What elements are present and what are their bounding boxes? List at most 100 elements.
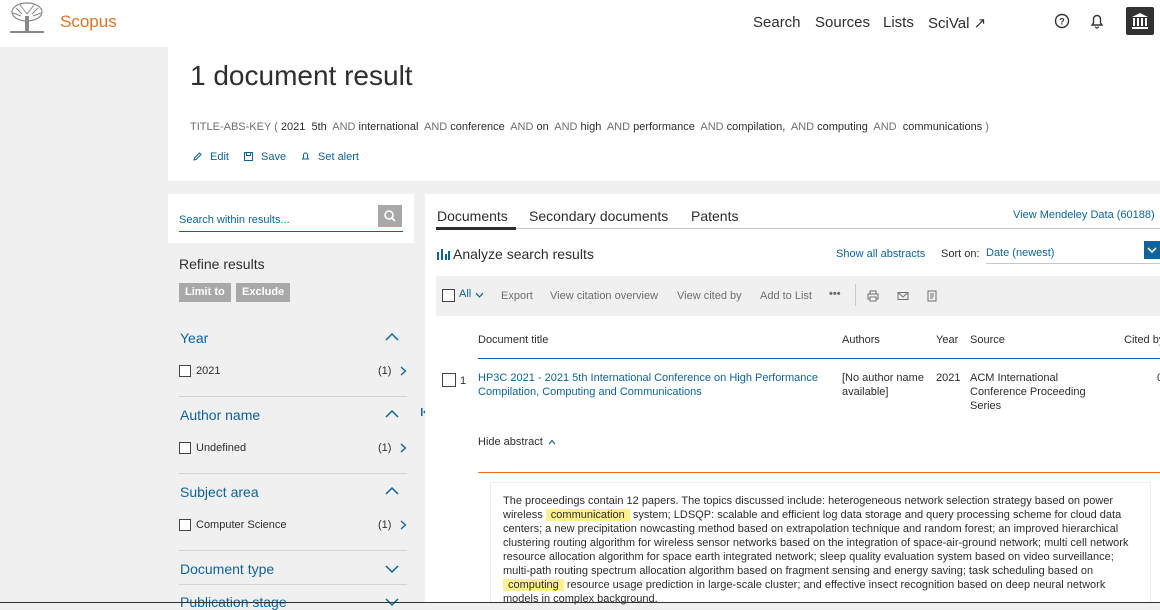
institution-button[interactable] — [1126, 7, 1154, 35]
query-operator: AND — [510, 121, 537, 133]
chevron-up-icon[interactable] — [385, 486, 399, 496]
toolbar-divider — [855, 284, 856, 306]
analyze-search-results-link[interactable]: Analyze search results — [453, 246, 594, 262]
page-title: 1 document result — [190, 60, 413, 91]
result-title-link[interactable]: HP3C 2021 - 2021 5th International Confe… — [478, 371, 833, 399]
set-alert-button[interactable]: Set alert — [318, 151, 359, 163]
bar-chart-icon — [437, 249, 450, 260]
query-term: 2021 5th — [280, 121, 333, 133]
facet-author-heading[interactable]: Author name — [180, 407, 260, 423]
view-mendeley-data-link[interactable]: View Mendeley Data (60188) — [1013, 209, 1155, 221]
facet-subject-checkbox[interactable] — [179, 519, 191, 531]
query-term: on — [536, 121, 555, 133]
bibliography-icon[interactable] — [925, 289, 939, 303]
search-within-button[interactable] — [378, 205, 402, 227]
more-options-button[interactable]: ••• — [829, 288, 841, 300]
svg-text:?: ? — [1059, 17, 1065, 27]
limit-to-button[interactable]: Limit to — [179, 283, 231, 302]
abstract-text: The proceedings contain 12 papers. The t… — [503, 494, 1133, 606]
chevron-up-icon — [548, 439, 556, 445]
query-operator: AND — [790, 121, 818, 133]
exclude-button[interactable]: Exclude — [236, 283, 291, 302]
facet-doctype-heading[interactable]: Document type — [180, 561, 274, 577]
query-term: compilation, — [726, 121, 791, 133]
bell-icon[interactable] — [1087, 11, 1107, 31]
column-year[interactable]: Year — [936, 334, 958, 346]
query-operator: AND — [332, 121, 359, 133]
query-term: conference — [450, 121, 511, 133]
highlight-term: communication — [545, 509, 630, 521]
tab-secondary-documents[interactable]: Secondary documents — [529, 208, 668, 224]
nav-lists[interactable]: Lists — [883, 14, 914, 31]
result-source[interactable]: ACM International Conference Proceeding … — [970, 371, 1100, 413]
pencil-icon — [193, 152, 202, 161]
search-query: TITLE-ABS-KEY ( 2021 5th AND internation… — [190, 121, 989, 133]
query-operator: AND — [606, 121, 634, 133]
facet-year-heading[interactable]: Year — [180, 330, 208, 346]
column-cited-by[interactable]: Cited by — [1124, 334, 1160, 346]
facet-subject-heading[interactable]: Subject area — [180, 484, 259, 500]
email-icon[interactable] — [896, 289, 910, 303]
save-search-button[interactable]: Save — [261, 151, 286, 163]
help-icon[interactable]: ? — [1052, 11, 1072, 31]
facet-author-checkbox[interactable] — [179, 442, 191, 454]
view-cited-by-button[interactable]: View cited by — [677, 290, 742, 302]
facet-divider — [179, 396, 407, 397]
chevron-down-icon[interactable] — [385, 564, 399, 574]
hide-abstract-button[interactable]: Hide abstract — [478, 436, 556, 448]
select-all-checkbox[interactable] — [442, 289, 455, 302]
nav-sources[interactable]: Sources — [815, 14, 870, 31]
facet-year-checkbox[interactable] — [179, 365, 191, 377]
nav-scival[interactable]: SciVal ↗ — [928, 14, 986, 32]
chevron-right-icon[interactable] — [400, 443, 407, 453]
chevron-right-icon[interactable] — [400, 520, 407, 530]
sort-dropdown-button[interactable] — [1144, 241, 1160, 259]
save-icon — [244, 152, 253, 161]
query-operator: TITLE-ABS-KEY ( — [190, 121, 281, 133]
chevron-down-icon[interactable] — [475, 292, 484, 298]
facet-divider — [179, 550, 407, 551]
facet-subject-item: Computer Science — [196, 519, 287, 531]
export-button[interactable]: Export — [501, 290, 533, 302]
edit-query-button[interactable]: Edit — [210, 151, 229, 163]
facet-author-item: Undefined — [196, 442, 247, 454]
query-operator: AND — [873, 121, 903, 133]
search-icon — [384, 210, 396, 222]
header-divider — [478, 358, 1160, 359]
result-checkbox[interactable] — [442, 373, 456, 387]
abstract-divider — [478, 472, 1160, 473]
result-authors: [No author name available] — [842, 372, 924, 398]
query-operator: AND — [700, 121, 727, 133]
facet-divider — [179, 584, 407, 585]
search-within-underline — [179, 231, 403, 232]
add-to-list-button[interactable]: Add to List — [760, 290, 812, 302]
view-citation-overview-button[interactable]: View citation overview — [550, 290, 658, 302]
query-term: high — [580, 121, 607, 133]
tab-documents[interactable]: Documents — [437, 208, 508, 224]
bell-alert-icon — [301, 152, 310, 160]
sort-select[interactable]: Date (newest) — [986, 247, 1054, 259]
column-source[interactable]: Source — [970, 334, 1005, 346]
facet-year-item: 2021 — [196, 365, 221, 377]
select-all-dropdown[interactable]: All — [459, 288, 471, 300]
nav-search[interactable]: Search — [753, 14, 801, 31]
query-operator: AND — [423, 121, 451, 133]
chevron-right-icon[interactable] — [400, 366, 407, 376]
result-number: 1 — [460, 375, 467, 387]
tab-patents[interactable]: Patents — [691, 208, 738, 224]
query-term: performance — [633, 121, 701, 133]
scopus-brand[interactable]: Scopus — [60, 12, 117, 32]
search-within-input[interactable]: Search within results... — [179, 214, 290, 226]
column-authors[interactable]: Authors — [842, 334, 880, 346]
query-term: computing — [817, 121, 874, 133]
institution-icon — [1132, 13, 1148, 29]
tabs-divider — [436, 228, 1160, 229]
column-document-title[interactable]: Document title — [478, 334, 548, 346]
show-all-abstracts-link[interactable]: Show all abstracts — [836, 248, 925, 260]
print-icon[interactable] — [866, 289, 880, 303]
elsevier-tree-logo[interactable] — [8, 2, 46, 34]
chevron-up-icon[interactable] — [385, 332, 399, 342]
sort-label: Sort on: — [941, 248, 980, 260]
query-operator: AND — [554, 121, 581, 133]
chevron-up-icon[interactable] — [385, 409, 399, 419]
